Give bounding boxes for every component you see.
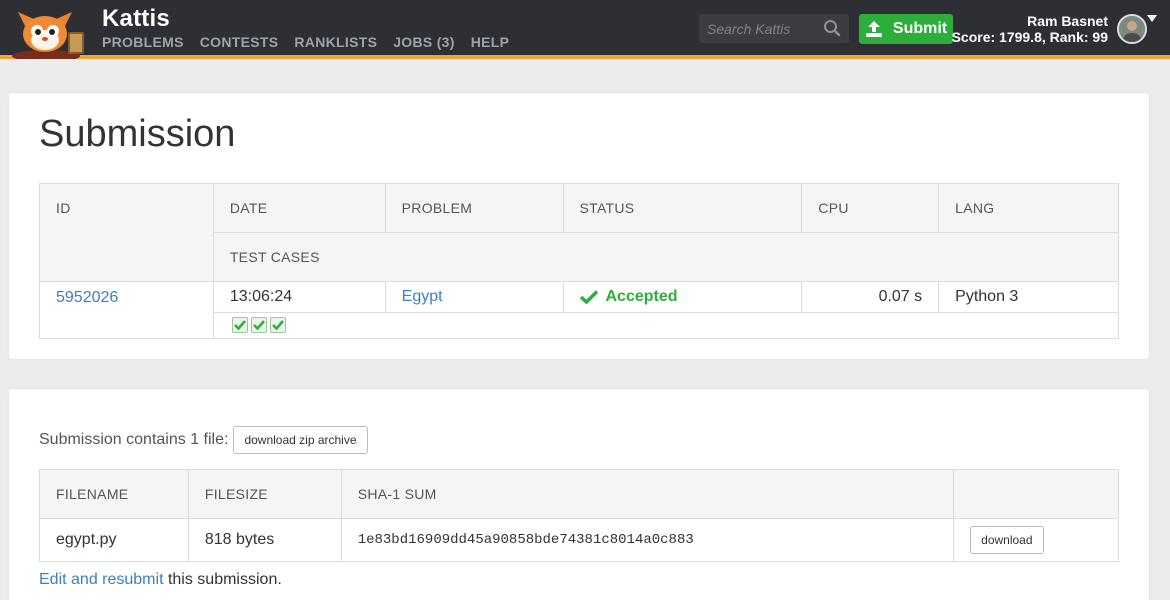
- status-text: Accepted: [605, 288, 678, 305]
- col-filesize: FILESIZE: [187, 469, 342, 519]
- status-badge: Accepted: [579, 288, 802, 306]
- avatar[interactable]: [1117, 14, 1147, 44]
- edit-suffix-text: this submission.: [163, 571, 282, 588]
- nav-problems[interactable]: PROBLEMS: [102, 34, 184, 50]
- submission-table: ID DATE PROBLEM STATUS CPU LANG TEST CAS…: [39, 183, 1120, 339]
- kattis-logo-icon[interactable]: [8, 2, 90, 59]
- submit-button[interactable]: Submit: [859, 14, 953, 44]
- problem-cell: Egypt: [384, 281, 564, 313]
- col-problem: PROBLEM: [384, 183, 564, 233]
- submission-id-cell: 5952026: [39, 281, 214, 339]
- checkmark-icon: [579, 290, 598, 304]
- main-nav: PROBLEMS CONTESTS RANKLISTS JOBS (3) HEL…: [102, 34, 525, 50]
- search-box: [699, 14, 849, 43]
- files-intro-text: Submission contains 1 file:: [39, 431, 229, 448]
- brand-title[interactable]: Kattis: [102, 5, 170, 33]
- files-intro: Submission contains 1 file: download zip…: [39, 426, 368, 454]
- col-date: DATE: [212, 183, 386, 233]
- col-lang: LANG: [938, 183, 1119, 233]
- edit-resubmit-link[interactable]: Edit and resubmit: [39, 571, 164, 588]
- files-table: FILENAME FILESIZE SHA-1 SUM egypt.py 818…: [39, 469, 1119, 562]
- col-id: ID: [39, 183, 214, 282]
- col-filename: FILENAME: [39, 469, 189, 519]
- user-avatar-icon: [1119, 16, 1145, 42]
- file-sha1: 1e83bd16909dd45a90858bde74381c8014a0c883: [340, 518, 955, 562]
- cpu-time: 0.07 s: [801, 281, 940, 313]
- file-download-cell: download: [953, 518, 1119, 562]
- nav-jobs[interactable]: JOBS (3): [393, 34, 455, 50]
- page-title: Submission: [39, 113, 236, 155]
- col-sha1: SHA-1 SUM: [340, 469, 955, 519]
- file-size: 818 bytes: [187, 518, 342, 562]
- problem-link[interactable]: Egypt: [402, 288, 443, 305]
- submission-date: 13:06:24: [212, 281, 386, 313]
- user-info[interactable]: Ram Basnet Score: 1799.8, Rank: 99: [952, 13, 1108, 45]
- test-case-passed-icon[interactable]: [269, 317, 286, 334]
- test-case-passed-icon[interactable]: [231, 317, 248, 334]
- nav-help[interactable]: HELP: [471, 34, 510, 50]
- submission-id-link[interactable]: 5952026: [56, 289, 118, 306]
- table-row: egypt.py 818 bytes 1e83bd16909dd45a90858…: [39, 518, 1119, 562]
- search-icon[interactable]: [823, 19, 841, 37]
- col-test-cases: TEST CASES: [212, 232, 1120, 282]
- col-cpu: CPU: [801, 183, 940, 233]
- edit-resubmit-line: Edit and resubmit this submission.: [39, 571, 282, 589]
- status-cell: Accepted: [562, 281, 803, 313]
- search-input[interactable]: [699, 14, 817, 43]
- test-cases-cell: [212, 312, 1120, 339]
- submission-card: Submission ID DATE PROBLEM STATUS CPU LA…: [9, 93, 1149, 359]
- user-menu-caret-icon[interactable]: [1147, 15, 1157, 22]
- language: Python 3: [938, 281, 1119, 313]
- files-card: Submission contains 1 file: download zip…: [9, 389, 1149, 600]
- test-case-passed-icon[interactable]: [250, 317, 267, 334]
- download-file-button[interactable]: download: [970, 526, 1044, 554]
- submit-label: Submit: [892, 20, 948, 37]
- upload-icon: [865, 21, 882, 37]
- file-name: egypt.py: [39, 518, 189, 562]
- col-actions: [953, 469, 1119, 519]
- user-name: Ram Basnet: [1027, 13, 1108, 29]
- nav-contests[interactable]: CONTESTS: [200, 34, 279, 50]
- col-status: STATUS: [562, 183, 803, 233]
- user-stats: Score: 1799.8, Rank: 99: [951, 29, 1108, 45]
- download-zip-button[interactable]: download zip archive: [233, 426, 368, 454]
- table-row: 5952026 13:06:24 Egypt Accepted 0.07 s P…: [39, 281, 1119, 339]
- top-navbar: Kattis PROBLEMS CONTESTS RANKLISTS JOBS …: [0, 0, 1170, 59]
- nav-ranklists[interactable]: RANKLISTS: [294, 34, 377, 50]
